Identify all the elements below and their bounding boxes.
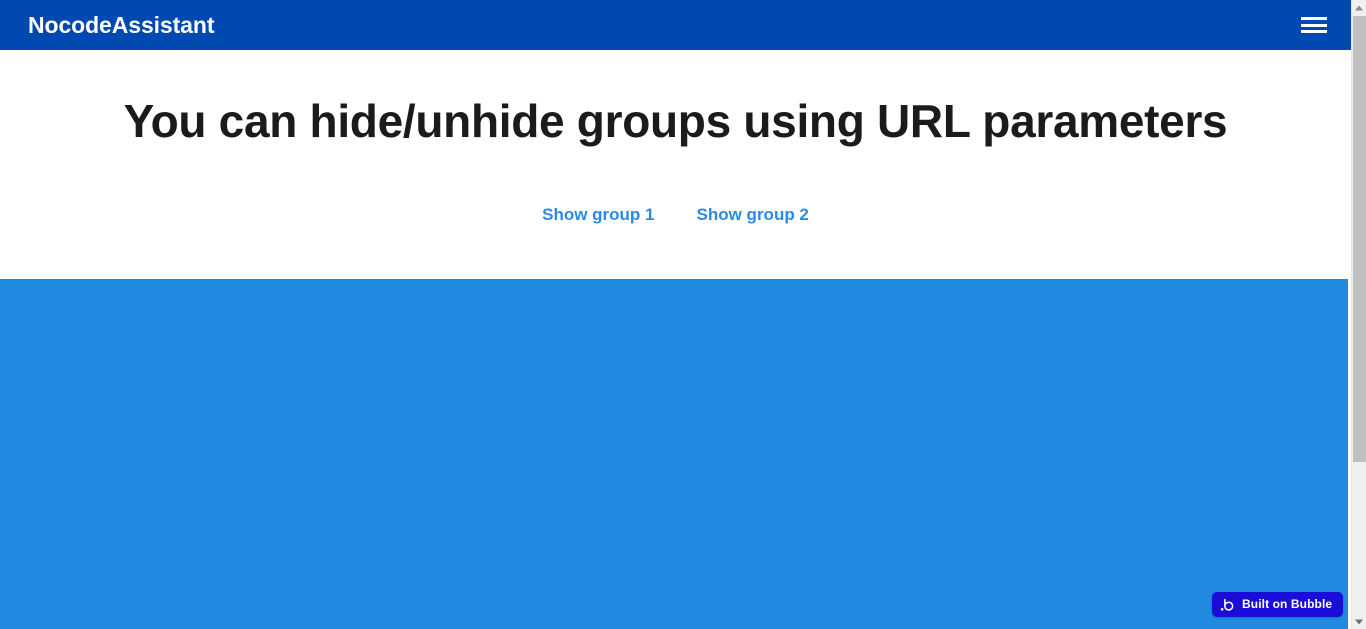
hamburger-bar-1 xyxy=(1301,17,1327,20)
show-group-2-link[interactable]: Show group 2 xyxy=(697,203,809,227)
built-on-bubble-label: Built on Bubble xyxy=(1242,597,1333,611)
vertical-scrollbar[interactable] xyxy=(1351,0,1366,629)
hamburger-menu-icon[interactable] xyxy=(1301,13,1327,37)
hamburger-bar-2 xyxy=(1301,23,1327,27)
brand-logo-text[interactable]: NocodeAssistant xyxy=(28,0,214,50)
scroll-down-triangle xyxy=(1355,619,1363,624)
scroll-down-arrow-icon[interactable] xyxy=(1352,614,1366,629)
bubble-logo-icon xyxy=(1220,597,1235,612)
scrollbar-thumb[interactable] xyxy=(1353,16,1366,462)
site-header: NocodeAssistant xyxy=(0,0,1351,50)
page-title: You can hide/unhide groups using URL par… xyxy=(123,95,1228,147)
scroll-up-triangle xyxy=(1355,5,1363,10)
hamburger-bar-3 xyxy=(1301,30,1327,33)
hero-section: You can hide/unhide groups using URL par… xyxy=(0,50,1351,279)
hero-link-row: Show group 1 Show group 2 xyxy=(0,203,1351,227)
show-group-1-link[interactable]: Show group 1 xyxy=(542,203,654,227)
page-viewport: NocodeAssistant You can hide/unhide grou… xyxy=(0,0,1351,629)
browser-page: NocodeAssistant You can hide/unhide grou… xyxy=(0,0,1366,629)
blue-content-group xyxy=(0,279,1348,629)
built-on-bubble-badge[interactable]: Built on Bubble xyxy=(1212,592,1344,617)
scroll-up-arrow-icon[interactable] xyxy=(1352,0,1366,15)
